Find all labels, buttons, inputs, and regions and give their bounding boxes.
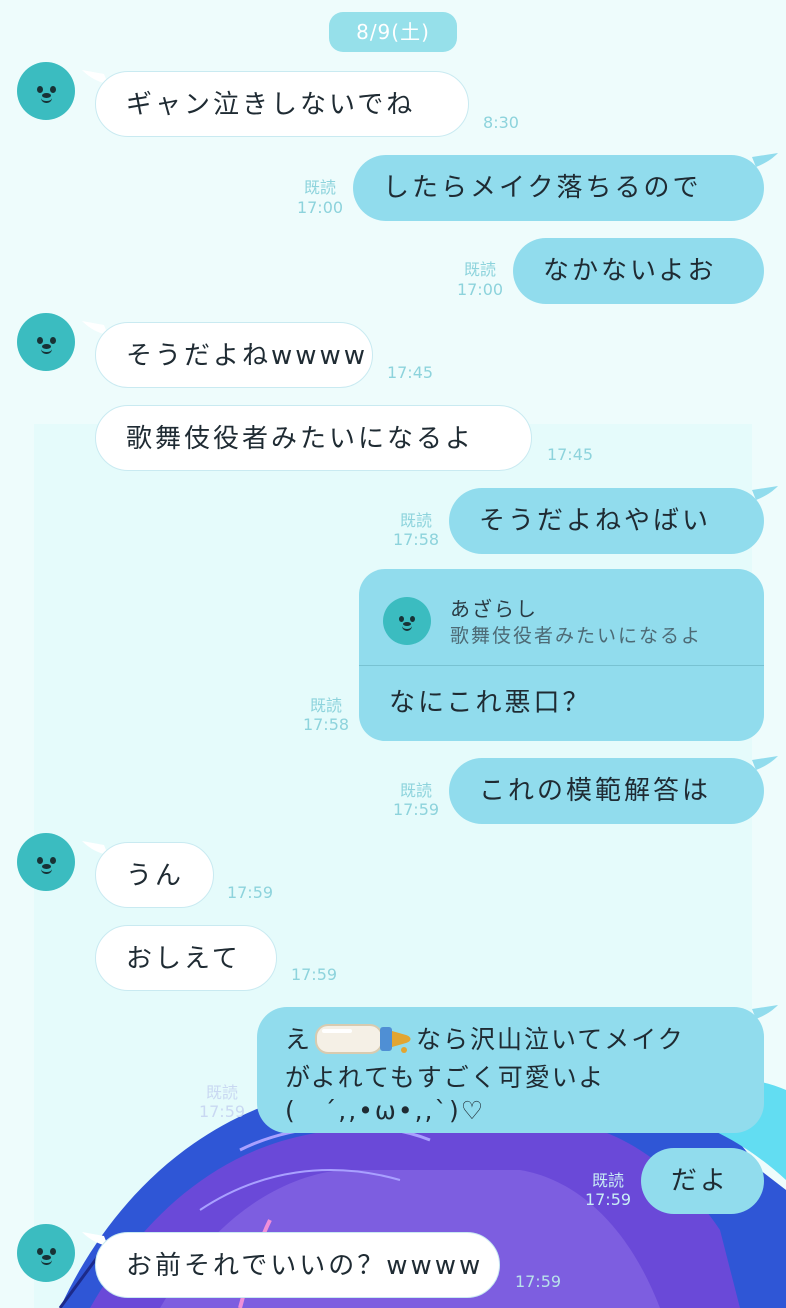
message-bubble-outgoing[interactable]: これの模範解答は <box>449 758 764 824</box>
message-bubble-outgoing[interactable]: したらメイク落ちるので <box>353 155 764 221</box>
message-time: 17:59 <box>584 1190 632 1209</box>
read-receipt: 既読 <box>591 1171 624 1190</box>
message-time: 17:45 <box>546 445 594 464</box>
bubble-tail <box>752 1005 778 1019</box>
message-bubble-incoming[interactable]: お前それでいいの？wwww <box>95 1232 500 1298</box>
contact-avatar[interactable] <box>17 62 75 120</box>
message-time: 17:59 <box>290 965 338 984</box>
read-receipt: 既読 <box>205 1083 238 1102</box>
message-time: 17:59 <box>226 883 274 902</box>
reply-text: なにこれ悪口？ <box>389 688 592 718</box>
message-line-1: えなら沢山泣いてメイク <box>285 1021 736 1061</box>
quoted-message[interactable]: あざらし 歌舞伎役者みたいになるよ <box>359 569 764 666</box>
contact-avatar[interactable] <box>17 833 75 891</box>
contact-avatar[interactable] <box>17 1224 75 1282</box>
message-bubble-incoming[interactable]: ギャン泣きしないでね <box>95 71 469 137</box>
message-bubble-incoming[interactable]: おしえて <box>95 925 277 991</box>
message-bubble-incoming[interactable]: そうだよねwwww <box>95 322 373 388</box>
read-receipt: 既読 <box>303 178 336 197</box>
message-bubble-outgoing-multiline[interactable]: えなら沢山泣いてメイク がよれてもすごく可愛いよ ( ´,,•ω•,,`)♡ <box>257 1007 764 1133</box>
quoted-sender-name: あざらし <box>450 597 538 621</box>
message-time: 8:30 <box>483 113 519 132</box>
read-receipt: 既読 <box>399 781 432 800</box>
message-time: 17:59 <box>514 1272 562 1291</box>
date-divider: 8/9(土) <box>329 12 457 52</box>
message-time: 17:45 <box>386 363 434 382</box>
message-time: 17:00 <box>296 198 344 217</box>
quoted-avatar <box>383 597 431 645</box>
message-bubble-outgoing[interactable]: だよ <box>641 1148 764 1214</box>
message-bubble-incoming[interactable]: 歌舞伎役者みたいになるよ <box>95 405 532 471</box>
bubble-tail <box>752 486 778 500</box>
read-receipt: 既読 <box>309 696 342 715</box>
read-receipt: 既読 <box>399 511 432 530</box>
message-bubble-incoming[interactable]: うん <box>95 842 214 908</box>
message-time: 17:59 <box>392 800 440 819</box>
contact-avatar[interactable] <box>17 313 75 371</box>
message-time: 17:00 <box>456 280 504 299</box>
bubble-tail <box>752 153 778 167</box>
baby-bottle-icon <box>314 1015 414 1061</box>
read-receipt: 既読 <box>463 260 496 279</box>
reply-message-bubble[interactable]: あざらし 歌舞伎役者みたいになるよ なにこれ悪口？ <box>359 569 764 741</box>
bubble-tail <box>752 756 778 770</box>
quoted-text: 歌舞伎役者みたいになるよ <box>450 625 703 647</box>
message-line-3: ( ´,,•ω•,,`)♡ <box>285 1096 486 1125</box>
message-time: 17:58 <box>302 715 350 734</box>
message-line-2: がよれてもすごく可愛いよ <box>285 1063 606 1092</box>
message-bubble-outgoing[interactable]: なかないよお <box>513 238 764 304</box>
message-bubble-outgoing[interactable]: そうだよねやばい <box>449 488 764 554</box>
message-time: 17:58 <box>392 530 440 549</box>
message-time: 17:59 <box>198 1102 246 1121</box>
